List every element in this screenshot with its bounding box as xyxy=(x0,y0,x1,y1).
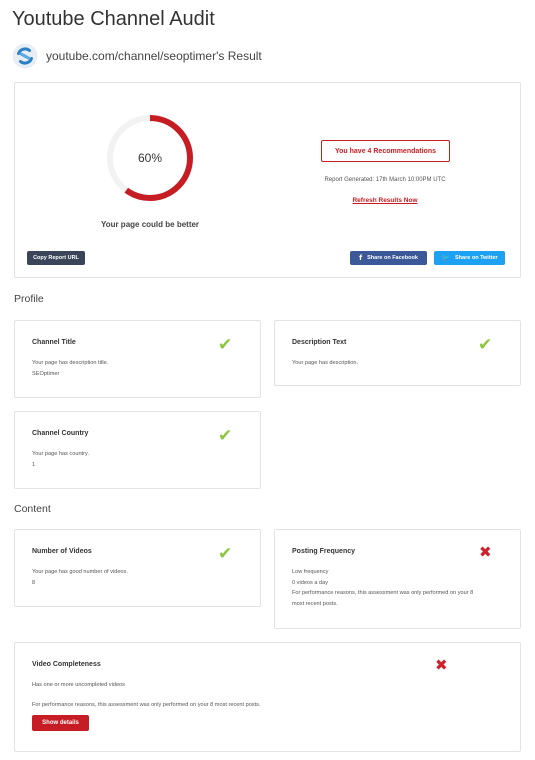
section-title-content: Content xyxy=(14,503,51,515)
recommendations-button[interactable]: You have 4 Recommendations xyxy=(321,140,450,162)
card-description: Your page has good number of videos. 8 xyxy=(32,569,128,586)
check-icon: ✔ xyxy=(218,335,233,355)
report-generated-text: Report Generated: 17th March 10:00PM UTC xyxy=(324,177,446,183)
check-card-channel-title: Channel Title Your page has description … xyxy=(14,320,261,398)
check-icon: ✔ xyxy=(478,335,493,355)
refresh-results-link[interactable]: Refresh Results Now xyxy=(285,197,485,204)
seoptimer-logo-icon xyxy=(12,43,38,69)
site-result-row: youtube.com/channel/seoptimer's Result xyxy=(12,43,262,69)
cross-icon: ✖ xyxy=(435,656,448,674)
card-description: Low frequency 0 videos a day For perform… xyxy=(292,569,474,607)
check-card-posting-frequency: Posting Frequency Low frequency 0 videos… xyxy=(274,529,521,629)
copy-report-url-button[interactable]: Copy Report URL xyxy=(27,251,85,265)
check-card-description-text: Description Text Your page has descripti… xyxy=(274,320,521,386)
check-card-video-completeness: Video Completeness Has one or more uncom… xyxy=(14,642,521,752)
card-description: Your page has country. 1 xyxy=(32,451,89,468)
section-title-profile: Profile xyxy=(14,293,44,305)
score-caption: Your page could be better xyxy=(100,220,200,229)
check-icon: ✔ xyxy=(218,426,233,446)
check-icon: ✔ xyxy=(218,544,233,564)
card-description: Your page has description. xyxy=(292,360,359,366)
share-twitter-button[interactable]: 🐦 Share on Twitter xyxy=(434,251,505,265)
card-title: Channel Country xyxy=(32,430,89,437)
card-title: Video Completeness xyxy=(32,661,101,668)
show-details-button[interactable]: Show details xyxy=(32,715,89,731)
cross-icon: ✖ xyxy=(479,543,492,561)
card-title: Number of Videos xyxy=(32,548,92,555)
share-twitter-label: Share on Twitter xyxy=(455,255,498,261)
site-result-label: youtube.com/channel/seoptimer's Result xyxy=(46,49,262,63)
card-title: Posting Frequency xyxy=(292,548,356,555)
card-description: Your page has description title. SEOptim… xyxy=(32,360,109,377)
share-facebook-button[interactable]: f Share on Facebook xyxy=(350,251,427,265)
card-description: Has one or more uncompleted videos For p… xyxy=(32,682,261,708)
share-facebook-label: Share on Facebook xyxy=(367,255,418,261)
check-card-channel-country: Channel Country Your page has country. 1… xyxy=(14,411,261,489)
page-title: Youtube Channel Audit xyxy=(12,8,215,30)
score-value: 60% xyxy=(137,151,163,165)
card-title: Description Text xyxy=(292,339,347,346)
card-title: Channel Title xyxy=(32,339,76,346)
summary-card: 60% Your page could be better You have 4… xyxy=(14,82,521,278)
check-card-number-of-videos: Number of Videos Your page has good numb… xyxy=(14,529,261,607)
twitter-icon: 🐦 xyxy=(441,254,451,262)
facebook-icon: f xyxy=(359,254,363,262)
